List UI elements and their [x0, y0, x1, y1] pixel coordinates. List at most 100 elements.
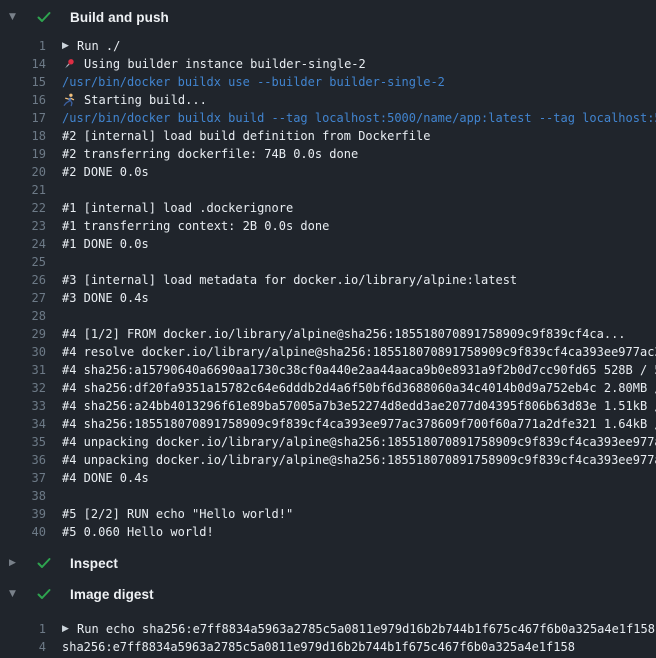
line-number[interactable]: 26 — [0, 271, 46, 289]
line-number[interactable]: 15 — [0, 73, 46, 91]
log-text: #3 [internal] load metadata for docker.i… — [62, 271, 517, 289]
line-number[interactable]: 22 — [0, 199, 46, 217]
log-text: sha256:e7ff8834a5963a2785c5a0811e979d16b… — [62, 638, 575, 656]
log-text: #1 [internal] load .dockerignore — [62, 199, 293, 217]
log-lines-image-digest: 1 ▶Run echo sha256:e7ff8834a5963a2785c5a0… — [0, 620, 656, 656]
line-number[interactable]: 16 — [0, 91, 46, 109]
log-line: 35 #4 unpacking docker.io/library/alpine@… — [0, 433, 656, 451]
line-number[interactable]: 19 — [0, 145, 46, 163]
success-check-icon — [36, 9, 52, 25]
line-number[interactable]: 29 — [0, 325, 46, 343]
log-line: 32 #4 sha256:df20fa9351a15782c64e6dddb2d4… — [0, 379, 656, 397]
line-number[interactable]: 17 — [0, 109, 46, 127]
log-text: #4 [1/2] FROM docker.io/library/alpine@s… — [62, 325, 626, 343]
section-header-build-and-push[interactable]: ▼ Build and push — [0, 3, 656, 31]
log-text: /usr/bin/docker buildx build --tag local… — [62, 109, 656, 127]
log-line: 39 #5 [2/2] RUN echo "Hello world!" — [0, 505, 656, 523]
line-number[interactable]: 21 — [0, 181, 46, 199]
line-number[interactable]: 23 — [0, 217, 46, 235]
log-line: 38 — [0, 487, 656, 505]
runner-icon — [62, 93, 84, 107]
log-text: #1 transferring context: 2B 0.0s done — [62, 217, 329, 235]
log-text: #2 [internal] load build definition from… — [62, 127, 430, 145]
log-line: 16 Starting build... — [0, 91, 656, 109]
log-text: #4 sha256:a24bb4013296f61e89ba57005a7b3e… — [62, 397, 656, 415]
log-text: #4 sha256:185518070891758909c9f839cf4ca3… — [62, 415, 656, 433]
log-text: #1 DONE 0.0s — [62, 235, 149, 253]
log-line: 1 ▶Run echo sha256:e7ff8834a5963a2785c5a0… — [0, 620, 656, 638]
log-text: #5 0.060 Hello world! — [62, 523, 214, 541]
line-number[interactable]: 37 — [0, 469, 46, 487]
line-number[interactable]: 14 — [0, 55, 46, 73]
section-title: Image digest — [70, 587, 154, 602]
line-number[interactable]: 34 — [0, 415, 46, 433]
log-text: #2 transferring dockerfile: 74B 0.0s don… — [62, 145, 358, 163]
line-number[interactable]: 27 — [0, 289, 46, 307]
line-number[interactable]: 38 — [0, 487, 46, 505]
log-line: 30 #4 resolve docker.io/library/alpine@sh… — [0, 343, 656, 361]
line-number[interactable]: 36 — [0, 451, 46, 469]
log-line: 22 #1 [internal] load .dockerignore — [0, 199, 656, 217]
section-header-inspect[interactable]: ▶ Inspect — [0, 549, 656, 577]
log-line: 40 #5 0.060 Hello world! — [0, 523, 656, 541]
success-check-icon — [36, 555, 52, 571]
chevron-down-icon[interactable]: ▼ — [9, 580, 21, 608]
log-text: Using builder instance builder-single-2 — [62, 55, 366, 73]
log-line: 29 #4 [1/2] FROM docker.io/library/alpine… — [0, 325, 656, 343]
line-number[interactable]: 33 — [0, 397, 46, 415]
log-line: 20#2 DONE 0.0s — [0, 163, 656, 181]
line-number[interactable]: 32 — [0, 379, 46, 397]
log-line: 23 #1 transferring context: 2B 0.0s done — [0, 217, 656, 235]
log-line: 17/usr/bin/docker buildx build --tag loc… — [0, 109, 656, 127]
log-line: 15/usr/bin/docker buildx use --builder b… — [0, 73, 656, 91]
log-line: 31 #4 sha256:a15790640a6690aa1730c38cf0a4… — [0, 361, 656, 379]
line-number[interactable]: 30 — [0, 343, 46, 361]
line-number[interactable]: 25 — [0, 253, 46, 271]
log-text: #4 unpacking docker.io/library/alpine@sh… — [62, 433, 656, 451]
log-line: 1 ▶Run ./ — [0, 37, 656, 55]
log-text: #4 resolve docker.io/library/alpine@sha2… — [62, 343, 656, 361]
log-line: 25 — [0, 253, 656, 271]
line-number[interactable]: 28 — [0, 307, 46, 325]
log-line: 14 Using builder instance builder-single-… — [0, 55, 656, 73]
line-number[interactable]: 1 — [0, 37, 46, 55]
line-number[interactable]: 24 — [0, 235, 46, 253]
log-line: 26 #3 [internal] load metadata for docker… — [0, 271, 656, 289]
log-line: 27 #3 DONE 0.4s — [0, 289, 656, 307]
success-check-icon — [36, 586, 52, 602]
log-line: 36 #4 unpacking docker.io/library/alpine@… — [0, 451, 656, 469]
log-line: 33 #4 sha256:a24bb4013296f61e89ba57005a7b… — [0, 397, 656, 415]
line-number[interactable]: 20 — [0, 163, 46, 181]
line-number[interactable]: 18 — [0, 127, 46, 145]
log-text: #5 [2/2] RUN echo "Hello world!" — [62, 505, 293, 523]
play-expand-icon[interactable]: ▶ — [62, 37, 77, 55]
play-expand-icon[interactable]: ▶ — [62, 620, 77, 638]
section-title: Build and push — [70, 10, 169, 25]
line-number[interactable]: 31 — [0, 361, 46, 379]
chevron-down-icon[interactable]: ▼ — [9, 3, 21, 31]
log-line: 4 sha256:e7ff8834a5963a2785c5a0811e979d16… — [0, 638, 656, 656]
log-lines-build-and-push: 1 ▶Run ./ 14 Using builder instance builder… — [0, 37, 656, 541]
log-text: #4 unpacking docker.io/library/alpine@sh… — [62, 451, 656, 469]
log-line: 18 #2 [internal] load build definition fr… — [0, 127, 656, 145]
log-text: ▶Run ./ — [62, 37, 120, 55]
pushpin-icon — [62, 57, 84, 71]
section-header-image-digest[interactable]: ▼ Image digest — [0, 580, 656, 608]
log-text: /usr/bin/docker buildx use --builder bui… — [62, 73, 445, 91]
log-line: 24 #1 DONE 0.0s — [0, 235, 656, 253]
log-text: ▶Run echo sha256:e7ff8834a5963a2785c5a08… — [62, 620, 655, 638]
line-number[interactable]: 39 — [0, 505, 46, 523]
line-number[interactable]: 35 — [0, 433, 46, 451]
line-number[interactable]: 1 — [0, 620, 46, 638]
log-text: #4 DONE 0.4s — [62, 469, 149, 487]
log-text: Starting build... — [62, 91, 207, 109]
chevron-right-icon[interactable]: ▶ — [9, 549, 21, 577]
section-title: Inspect — [70, 556, 118, 571]
actions-log-viewer: ▼ Build and push 1▶Run ./14Using builder… — [0, 0, 656, 658]
log-text: #4 sha256:a15790640a6690aa1730c38cf0a440… — [62, 361, 656, 379]
line-number[interactable]: 4 — [0, 638, 46, 656]
line-number[interactable]: 40 — [0, 523, 46, 541]
log-line: 19 #2 transferring dockerfile: 74B 0.0s d… — [0, 145, 656, 163]
log-text: #4 sha256:df20fa9351a15782c64e6dddb2d4a6… — [62, 379, 656, 397]
log-text: #3 DONE 0.4s — [62, 289, 149, 307]
